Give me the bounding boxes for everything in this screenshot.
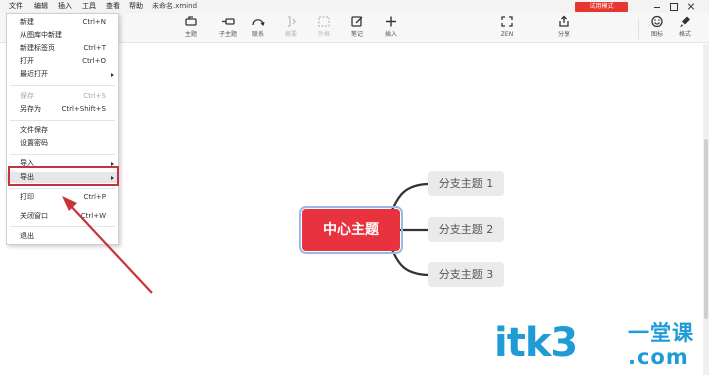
branch-topic-2[interactable]: 分支主题 2 xyxy=(428,217,504,242)
menu-item-shortcut: Ctrl+O xyxy=(82,57,106,65)
menu-item-label: 退出 xyxy=(20,232,34,240)
menu-item-label: 新建 xyxy=(20,18,34,26)
menu-item-label: 最近打开 xyxy=(20,70,48,78)
menu-item-shortcut: Ctrl+Shift+S xyxy=(61,105,106,113)
watermark-chinese: 一堂课 xyxy=(628,321,694,345)
menu-item-save-as[interactable]: 另存为 Ctrl+Shift+S xyxy=(7,104,118,115)
watermark-logo-text: itk3 xyxy=(494,320,578,366)
menu-divider xyxy=(10,188,115,189)
menu-item-label: 打开 xyxy=(20,57,34,65)
menu-item-label: 从图库中新建 xyxy=(20,31,62,39)
watermark-dotcom: .com xyxy=(628,345,689,369)
menu-item-print[interactable]: 打印 Ctrl+P xyxy=(7,192,118,203)
menu-item-label: 文件保存 xyxy=(20,126,48,134)
export-highlight-box xyxy=(8,166,119,186)
menu-item-new[interactable]: 新建 Ctrl+N xyxy=(7,17,118,28)
menu-divider xyxy=(10,85,115,86)
menu-item-label: 另存为 xyxy=(20,105,41,113)
menu-item-shortcut: Ctrl+S xyxy=(83,92,106,100)
branch-topic-1[interactable]: 分支主题 1 xyxy=(428,171,504,196)
menu-item-label: 关闭窗口 xyxy=(20,212,48,220)
menu-item-shortcut: Ctrl+N xyxy=(82,18,106,26)
menu-item-save[interactable]: 保存 Ctrl+S xyxy=(7,91,118,102)
menu-item-label: 新建标签页 xyxy=(20,44,55,52)
file-menu: 新建 Ctrl+N 从图库中新建 新建标签页 Ctrl+T 打开 Ctrl+O 最近打… xyxy=(6,13,119,245)
menu-item-exit[interactable]: 退出 xyxy=(7,231,118,242)
menu-item-new-from-gallery[interactable]: 从图库中新建 xyxy=(7,30,118,41)
menu-item-file-save[interactable]: 文件保存 xyxy=(7,125,118,136)
branch-topic-3[interactable]: 分支主题 3 xyxy=(428,262,504,287)
menu-divider xyxy=(10,226,115,227)
menu-divider xyxy=(10,120,115,121)
menu-item-recent[interactable]: 最近打开 xyxy=(7,69,118,80)
menu-item-shortcut: Ctrl+T xyxy=(83,44,106,52)
menu-item-new-tab[interactable]: 新建标签页 Ctrl+T xyxy=(7,43,118,54)
menu-item-label: 打印 xyxy=(20,193,34,201)
site-watermark: itk3 一堂课 .com xyxy=(494,319,704,373)
menu-item-shortcut: Ctrl+P xyxy=(83,193,106,201)
menu-item-label: 设置密码 xyxy=(20,139,48,147)
central-topic[interactable]: 中心主题 xyxy=(299,206,403,254)
menu-item-open[interactable]: 打开 Ctrl+O xyxy=(7,56,118,67)
menu-item-close-window[interactable]: 关闭窗口 Ctrl+W xyxy=(7,211,118,222)
menu-item-shortcut: Ctrl+W xyxy=(80,212,106,220)
menu-item-set-password[interactable]: 设置密码 xyxy=(7,138,118,149)
menu-item-label: 保存 xyxy=(20,92,34,100)
submenu-arrow-icon xyxy=(111,73,114,77)
menu-divider xyxy=(10,154,115,155)
